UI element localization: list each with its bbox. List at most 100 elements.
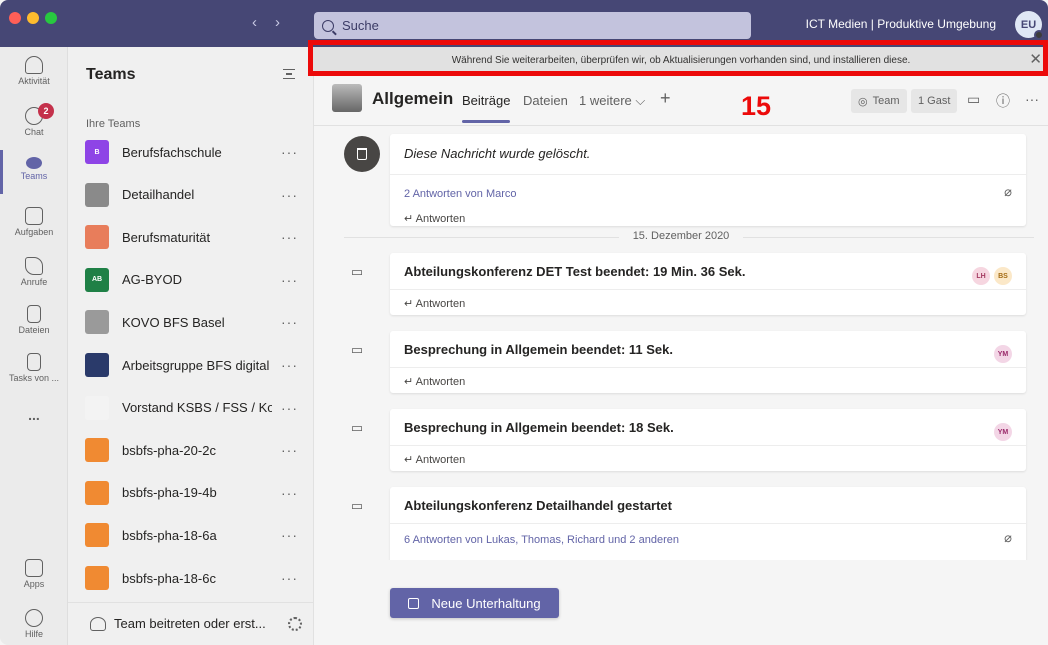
participant-avatars: YM xyxy=(994,423,1012,441)
team-avatar: AB xyxy=(85,267,109,292)
app-rail: Aktivität 2 Chat Teams Aufgaben Anrufe Da… xyxy=(0,47,68,645)
rail-calls[interactable]: Anrufe xyxy=(0,257,68,287)
rail-files[interactable]: Dateien xyxy=(0,305,68,335)
team-name: Berufsfachschule xyxy=(122,144,222,160)
team-more-button[interactable]: ··· xyxy=(281,527,298,543)
filter-icon[interactable] xyxy=(283,69,295,79)
reply-button[interactable]: ↵ Antworten xyxy=(404,375,465,388)
avatar[interactable]: YM xyxy=(994,345,1012,363)
rail-label: Hilfe xyxy=(24,629,43,639)
team-more-button[interactable]: ··· xyxy=(281,570,298,586)
team-item[interactable]: KOVO BFS Basel ··· xyxy=(68,301,314,343)
message-title: Abteilungskonferenz Detailhandel gestart… xyxy=(404,498,672,513)
team-item[interactable]: AB AG-BYOD ··· xyxy=(68,259,314,301)
team-item[interactable]: Detailhandel ··· xyxy=(68,174,314,216)
rail-tasks[interactable]: Tasks von ... xyxy=(0,353,68,383)
meeting-icon: ▭ xyxy=(350,498,364,513)
channel-name: Allgemein xyxy=(372,89,454,108)
channel-header: Allgemein Beiträge Dateien 1 weitere ⌵ +… xyxy=(314,76,1048,126)
team-more-button[interactable]: ··· xyxy=(281,357,298,373)
tab-more[interactable]: 1 weitere ⌵ xyxy=(579,93,645,109)
team-more-button[interactable]: ··· xyxy=(281,485,298,501)
reply-label: Antworten xyxy=(415,454,466,466)
team-item[interactable]: Arbeitsgruppe BFS digital ··· xyxy=(68,344,314,386)
team-item[interactable]: bsbfs-pha-19-4b ··· xyxy=(68,472,314,514)
close-window-button[interactable] xyxy=(9,12,21,24)
join-team-button[interactable]: Team beitreten oder erst... xyxy=(68,602,314,644)
reply-button[interactable]: ↵ Antworten xyxy=(404,453,465,466)
rail-label: Aufgaben xyxy=(14,227,54,237)
team-more-button[interactable]: ··· xyxy=(281,272,298,288)
team-item[interactable]: Berufsmaturität ··· xyxy=(68,216,314,258)
team-avatar xyxy=(85,566,109,590)
rail-assignments[interactable]: Aufgaben xyxy=(0,207,68,237)
minimize-window-button[interactable] xyxy=(27,12,39,24)
conversation-feed[interactable]: Diese Nachricht wurde gelöscht. 2 Antwor… xyxy=(314,126,1048,560)
team-more-button[interactable]: ··· xyxy=(281,400,298,416)
gear-icon[interactable] xyxy=(288,616,302,631)
team-name: AG-BYOD xyxy=(122,272,182,288)
more-options-icon[interactable]: ··· xyxy=(1025,91,1039,107)
info-icon[interactable]: ⓘ xyxy=(996,91,1010,111)
message-card: Abteilungskonferenz DET Test beendet: 19… xyxy=(390,253,1026,315)
reply-label: Antworten xyxy=(415,376,466,388)
divider xyxy=(390,523,1026,524)
meeting-icon: ▭ xyxy=(350,342,364,357)
meet-icon[interactable]: ▭ xyxy=(967,91,980,108)
team-more-button[interactable]: ··· xyxy=(281,442,298,458)
participant-avatars: YM xyxy=(994,345,1012,363)
reply-button[interactable]: ↵ Antworten xyxy=(404,297,465,310)
user-avatar[interactable]: EU xyxy=(1015,11,1044,40)
replies-link[interactable]: 6 Antworten von Lukas, Thomas, Richard u… xyxy=(404,534,679,546)
search-placeholder: Suche xyxy=(342,18,379,33)
team-name: bsbfs-pha-19-4b xyxy=(122,485,217,501)
back-icon[interactable]: ‹ xyxy=(252,14,275,31)
help-icon xyxy=(25,609,43,627)
team-item[interactable]: bsbfs-pha-18-6a ··· xyxy=(68,514,314,556)
rail-label: Chat xyxy=(24,127,44,137)
divider xyxy=(390,367,1026,368)
teams-title: Teams xyxy=(86,66,136,83)
message-title: Besprechung in Allgemein beendet: 18 Sek… xyxy=(404,420,674,435)
team-avatar xyxy=(85,523,109,548)
rail-teams[interactable]: Teams xyxy=(0,157,68,181)
new-conversation-label: Neue Unterhaltung xyxy=(431,595,541,611)
phone-icon xyxy=(25,257,43,275)
team-item[interactable]: Vorstand KSBS / FSS / Ko... ··· xyxy=(68,387,314,429)
team-button[interactable]: ◎ Team xyxy=(851,89,907,113)
reply-button[interactable]: ↵ Antworten xyxy=(404,212,465,225)
rail-chat[interactable]: 2 Chat xyxy=(0,103,68,137)
meeting-icon: ▭ xyxy=(350,264,364,279)
tab-files[interactable]: Dateien xyxy=(523,93,568,108)
guest-button[interactable]: 1 Gast xyxy=(911,89,958,113)
team-avatar xyxy=(85,310,109,335)
teams-icon xyxy=(26,157,42,169)
org-label[interactable]: ICT Medien | Produktive Umgebung xyxy=(806,17,996,31)
avatar[interactable]: BS xyxy=(994,267,1012,285)
tab-posts[interactable]: Beiträge xyxy=(462,93,510,108)
message-title: Abteilungskonferenz DET Test beendet: 19… xyxy=(404,264,746,279)
avatar[interactable]: LH xyxy=(972,267,990,285)
zoom-window-button[interactable] xyxy=(45,12,57,24)
tasks-icon xyxy=(27,353,41,371)
team-more-button[interactable]: ··· xyxy=(281,144,298,160)
rail-apps[interactable]: Apps xyxy=(0,559,68,589)
nav-arrows[interactable]: ‹› xyxy=(252,14,298,31)
search-input[interactable]: Suche xyxy=(314,12,751,39)
team-more-button[interactable]: ··· xyxy=(281,187,298,203)
team-item[interactable]: bsbfs-pha-20-2c ··· xyxy=(68,429,314,471)
forward-icon[interactable]: › xyxy=(275,14,298,31)
join-team-label: Team beitreten oder erst... xyxy=(114,616,266,631)
new-conversation-button[interactable]: Neue Unterhaltung xyxy=(390,588,559,618)
replies-link[interactable]: 2 Antworten von Marco xyxy=(404,188,517,200)
rail-activity[interactable]: Aktivität xyxy=(0,56,68,86)
team-item[interactable]: B Berufsfachschule ··· xyxy=(68,131,314,173)
team-more-button[interactable]: ··· xyxy=(281,229,298,245)
add-tab-button[interactable]: + xyxy=(660,88,671,109)
more-apps-button[interactable]: ... xyxy=(0,407,68,423)
team-item[interactable]: bsbfs-pha-18-6c ··· xyxy=(68,557,314,599)
message-text: Diese Nachricht wurde gelöscht. xyxy=(404,146,591,161)
rail-help[interactable]: Hilfe xyxy=(0,609,68,639)
avatar[interactable]: YM xyxy=(994,423,1012,441)
team-more-button[interactable]: ··· xyxy=(281,314,298,330)
